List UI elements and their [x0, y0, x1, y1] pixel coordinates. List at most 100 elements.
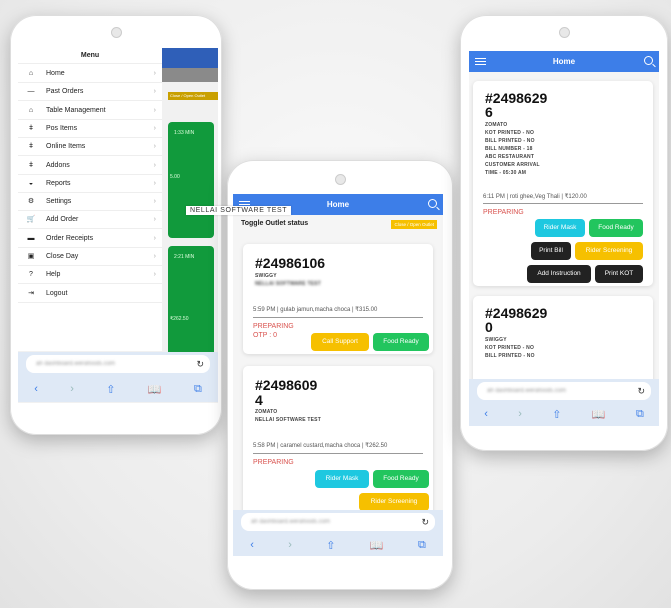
- order-otp: OTP : 0: [253, 332, 277, 339]
- bg-amount: 5.00: [170, 174, 180, 180]
- bg-timer: 1:33 MIN: [174, 130, 195, 136]
- bg-card: 1:33 MIN 5.00: [168, 122, 214, 238]
- url-field[interactable]: ah dashboard.werafoods.com ↻: [477, 382, 651, 400]
- menu-item[interactable]: ⌂ Table Management ›: [18, 102, 162, 120]
- share-icon[interactable]: ⇧: [552, 408, 561, 421]
- reload-icon[interactable]: ↻: [637, 382, 645, 400]
- menu-item-label: Home: [46, 70, 65, 77]
- menu-item[interactable]: ǂ Addons ›: [18, 157, 162, 175]
- order-detail-line: BILL PRINTED - NO: [485, 138, 535, 144]
- menu-title: Menu: [18, 48, 162, 64]
- browser-toolbar: ‹ › ⇧ 📖 ⧉: [469, 401, 659, 426]
- tabs-icon[interactable]: ⧉: [418, 539, 426, 552]
- back-icon[interactable]: ‹: [484, 408, 488, 420]
- rider-mask-button[interactable]: Rider Mask: [315, 470, 369, 488]
- receipt-icon: ▬: [27, 234, 35, 242]
- menu-item[interactable]: ⚙ Settings ›: [18, 193, 162, 212]
- order-detail-line: TIME - 05:30 AM: [485, 170, 527, 176]
- order-status: PREPARING: [253, 323, 294, 330]
- chevron-right-icon: ›: [153, 198, 156, 206]
- divider: [253, 453, 423, 454]
- forward-icon[interactable]: ›: [288, 539, 292, 551]
- cart-icon: 🛒: [26, 216, 36, 224]
- back-icon[interactable]: ‹: [34, 383, 38, 395]
- order-card[interactable]: #24986106 SWIGGY NELLAI SOFTWARE TEST 5:…: [243, 244, 433, 354]
- divider: [253, 317, 423, 318]
- search-icon[interactable]: [644, 56, 653, 65]
- right-screen: Home #2498629 6 ZOMATO KOT PRINTED - NO BI…: [469, 51, 659, 426]
- order-detail-line: SWIGGY: [485, 337, 507, 343]
- chevron-right-icon: ›: [153, 70, 156, 77]
- side-menu: Menu ⌂ Home › — Past Orders › ⌂ Table Managemen…: [18, 48, 162, 351]
- share-icon[interactable]: ⇧: [326, 539, 335, 552]
- toggle-outlet-button[interactable]: Close / Open Outlet: [391, 220, 437, 229]
- print-bill-button[interactable]: Print Bill: [531, 242, 571, 260]
- bg-outlet-button: Close / Open Outlet: [168, 92, 218, 100]
- order-card[interactable]: #2498629 6 ZOMATO KOT PRINTED - NO BILL PR…: [473, 81, 653, 286]
- rider-screening-button[interactable]: Rider Screening: [359, 493, 429, 511]
- order-detail-line: BILL PRINTED - NO: [485, 353, 535, 359]
- bookmarks-icon[interactable]: 📖: [592, 408, 606, 421]
- chevron-right-icon: ›: [153, 271, 156, 279]
- order-card[interactable]: #2498609 4 ZOMATO NELLAI SOFTWARE TEST 5…: [243, 366, 433, 526]
- menu-item[interactable]: ◒ Reports ›: [18, 175, 162, 193]
- rider-screening-button[interactable]: Rider Screening: [575, 242, 643, 260]
- middle-screen: Home Toggle Outlet status Close / Open O…: [233, 194, 443, 556]
- food-ready-button[interactable]: Food Ready: [373, 333, 429, 351]
- menu-item[interactable]: 🛒 Add Order ›: [18, 211, 162, 230]
- order-detail-line: ABC RESTAURANT: [485, 154, 535, 160]
- menu-icon[interactable]: [475, 58, 486, 65]
- url-field[interactable]: ah dashboard.werafoods.com ↻: [241, 513, 435, 531]
- bookmarks-icon[interactable]: 📖: [370, 539, 384, 552]
- bookmarks-icon[interactable]: 📖: [148, 383, 162, 396]
- menu-item[interactable]: ? Help ›: [18, 266, 162, 285]
- url-field[interactable]: ah dashboard.werafoods.com ↻: [26, 355, 210, 373]
- chevron-right-icon: ›: [153, 179, 156, 187]
- camera: [559, 27, 570, 38]
- menu-item-label: Logout: [46, 289, 68, 297]
- order-meta: 5:58 PM | caramel custard,macha choca | …: [253, 443, 388, 449]
- chevron-right-icon: ›: [153, 143, 156, 151]
- chevron-right-icon: ›: [153, 124, 156, 132]
- chevron-right-icon: ›: [153, 253, 156, 260]
- reload-icon[interactable]: ↻: [196, 355, 204, 373]
- left-phone: Close / Open Outlet 1:33 MIN 5.00 2:21 M…: [10, 15, 222, 435]
- chevron-right-icon: ›: [153, 161, 156, 169]
- order-id: #2498609: [255, 377, 318, 393]
- food-ready-button[interactable]: Food Ready: [373, 470, 429, 488]
- menu-item[interactable]: — Past Orders ›: [18, 83, 162, 102]
- print-kot-button[interactable]: Print KOT: [595, 265, 643, 283]
- rider-mask-button[interactable]: Rider Mask: [535, 219, 585, 237]
- share-icon[interactable]: ⇧: [106, 383, 115, 396]
- menu-item[interactable]: ▬ Order Receipts ›: [18, 230, 162, 248]
- menu-item[interactable]: ǂ Online Items ›: [18, 138, 162, 157]
- call-support-button[interactable]: Call Support: [311, 333, 369, 351]
- tabs-icon[interactable]: ⧉: [636, 408, 644, 421]
- right-phone: Home #2498629 6 ZOMATO KOT PRINTED - NO BI…: [460, 15, 668, 451]
- forward-icon[interactable]: ›: [518, 408, 522, 420]
- chevron-right-icon: ›: [153, 88, 156, 96]
- menu-item[interactable]: ⌂ Home ›: [18, 65, 162, 83]
- order-detail-line: CUSTOMER ARRIVAL: [485, 162, 540, 168]
- home-icon: ⌂: [28, 106, 34, 114]
- order-id: #2498629: [485, 305, 548, 321]
- reload-icon[interactable]: ↻: [421, 513, 429, 531]
- add-instruction-button[interactable]: Add Instruction: [527, 265, 591, 283]
- menu-item[interactable]: ▣ Close Day ›: [18, 248, 162, 266]
- browser-toolbar: ‹ › ⇧ 📖 ⧉: [233, 532, 443, 556]
- search-icon[interactable]: [428, 199, 437, 208]
- food-ready-button[interactable]: Food Ready: [589, 219, 643, 237]
- bg-bar: [162, 68, 218, 82]
- url-text: ah dashboard.werafoods.com: [487, 388, 567, 394]
- menu-item[interactable]: ǂ Pos Items ›: [18, 120, 162, 138]
- browser-toolbar: ‹ › ⇧ 📖 ⧉: [18, 376, 218, 402]
- middle-phone: Home Toggle Outlet status Close / Open O…: [227, 160, 453, 590]
- forward-icon[interactable]: ›: [70, 383, 74, 395]
- tabs-icon[interactable]: ⧉: [194, 383, 202, 396]
- order-id-wrap: 0: [485, 319, 493, 335]
- floating-label: NELLAI SOFTWARE TEST: [186, 206, 292, 215]
- help-icon: ?: [29, 271, 33, 279]
- back-icon[interactable]: ‹: [250, 539, 254, 551]
- menu-item[interactable]: ⇥ Logout: [18, 285, 162, 303]
- app-header: Home: [469, 51, 659, 72]
